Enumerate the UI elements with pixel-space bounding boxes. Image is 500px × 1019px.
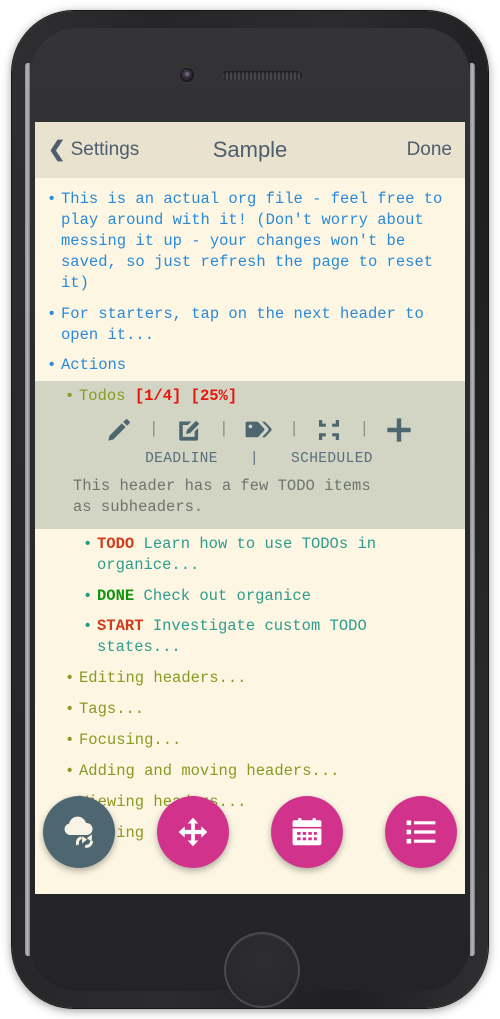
sync-fab[interactable] (43, 796, 115, 868)
org-outline: • This is an actual org file - feel free… (35, 178, 465, 849)
header-title: Check out organice (143, 586, 311, 605)
header-title: Focusing... (79, 731, 182, 750)
bullet-icon: • (65, 669, 75, 688)
list-item[interactable]: • TODO Learn how to use TODOs in organic… (35, 529, 465, 581)
date-action-row: DEADLINE | SCHEDULED (47, 449, 453, 474)
todo-row: TODO Learn how to use TODOs in organice.… (97, 534, 453, 576)
toolbar-separator: | (148, 419, 159, 439)
scheduled-button[interactable]: SCHEDULED (287, 450, 377, 470)
front-camera-icon (180, 68, 194, 82)
list-item[interactable]: • Tags... (35, 694, 465, 725)
bullet-icon: • (47, 304, 57, 323)
screenshot-root: ❮ Settings Sample Done • This is an actu… (0, 0, 500, 1019)
deadline-button[interactable]: DEADLINE (141, 450, 222, 470)
header-title: Tags... (79, 700, 145, 719)
toolbar-separator: | (359, 419, 370, 439)
bullet-icon: • (65, 731, 75, 750)
list-item[interactable]: • This is an actual org file - feel free… (35, 184, 465, 299)
header-title: Todos (79, 387, 126, 406)
list-item[interactable]: • Focusing... (35, 725, 465, 756)
tags-icon[interactable] (236, 413, 282, 447)
calendar-fab[interactable] (271, 796, 343, 868)
list-item[interactable]: • Editing headers... (35, 663, 465, 694)
list-fab[interactable] (385, 796, 457, 868)
done-button[interactable]: Done (407, 139, 452, 161)
header-row[interactable]: • Todos [1/4] [25%] (47, 386, 453, 407)
chevron-left-icon: ❮ (48, 137, 66, 161)
todo-row: DONE Check out organice (97, 586, 453, 607)
narrow-icon[interactable] (306, 413, 352, 447)
move-fab[interactable] (157, 796, 229, 868)
header-title-row: Todos [1/4] [25%] (79, 386, 453, 407)
back-to-settings-button[interactable]: ❮ Settings (48, 139, 139, 161)
header-description[interactable]: This header has a few TODO items as subh… (47, 474, 453, 524)
header-action-toolbar: | | | | (47, 407, 453, 449)
bullet-icon: • (83, 586, 93, 605)
todo-keyword[interactable]: START (97, 617, 144, 635)
selected-header-todos[interactable]: • Todos [1/4] [25%] | | | | DEADLINE | S… (35, 381, 465, 529)
todo-keyword[interactable]: DONE (97, 587, 134, 605)
floating-action-buttons (35, 796, 465, 868)
toolbar-separator: | (218, 419, 229, 439)
list-item[interactable]: • Actions (35, 350, 465, 381)
header-title: Editing headers... (79, 669, 247, 688)
bullet-icon: • (65, 762, 75, 781)
bullet-icon: • (83, 534, 93, 553)
toolbar-separator: | (289, 419, 300, 439)
list-item[interactable]: • START Investigate custom TODO states..… (35, 611, 465, 663)
earpiece-speaker-icon (222, 71, 302, 80)
navigation-bar: ❮ Settings Sample Done (35, 122, 465, 178)
list-item[interactable]: • DONE Check out organice (35, 581, 465, 612)
list-item[interactable]: • Adding and moving headers... (35, 756, 465, 787)
add-header-icon[interactable] (376, 413, 422, 447)
bullet-icon: • (65, 700, 75, 719)
cookie-count-badge: [1/4] (134, 387, 182, 406)
bullet-icon: • (83, 617, 93, 636)
bullet-icon: • (65, 387, 75, 406)
back-label: Settings (70, 139, 140, 160)
edit-title-icon[interactable] (96, 413, 142, 447)
header-title: This is an actual org file - feel free t… (61, 190, 452, 292)
bullet-icon: • (47, 190, 57, 208)
bullet-icon: • (47, 356, 57, 375)
app-screen: ❮ Settings Sample Done • This is an actu… (35, 122, 465, 894)
edit-description-icon[interactable] (166, 413, 212, 447)
todo-keyword[interactable]: TODO (97, 535, 134, 553)
list-item[interactable]: • For starters, tap on the next header t… (35, 299, 465, 351)
date-separator: | (249, 451, 259, 468)
todo-row: START Investigate custom TODO states... (97, 616, 453, 658)
home-button[interactable] (224, 932, 300, 1008)
header-title: Actions (61, 356, 127, 375)
header-title: For starters, tap on the next header to … (61, 304, 434, 344)
header-title: Adding and moving headers... (79, 762, 340, 781)
cookie-percent-badge: [25%] (190, 387, 238, 406)
phone-edge-right (470, 63, 475, 956)
